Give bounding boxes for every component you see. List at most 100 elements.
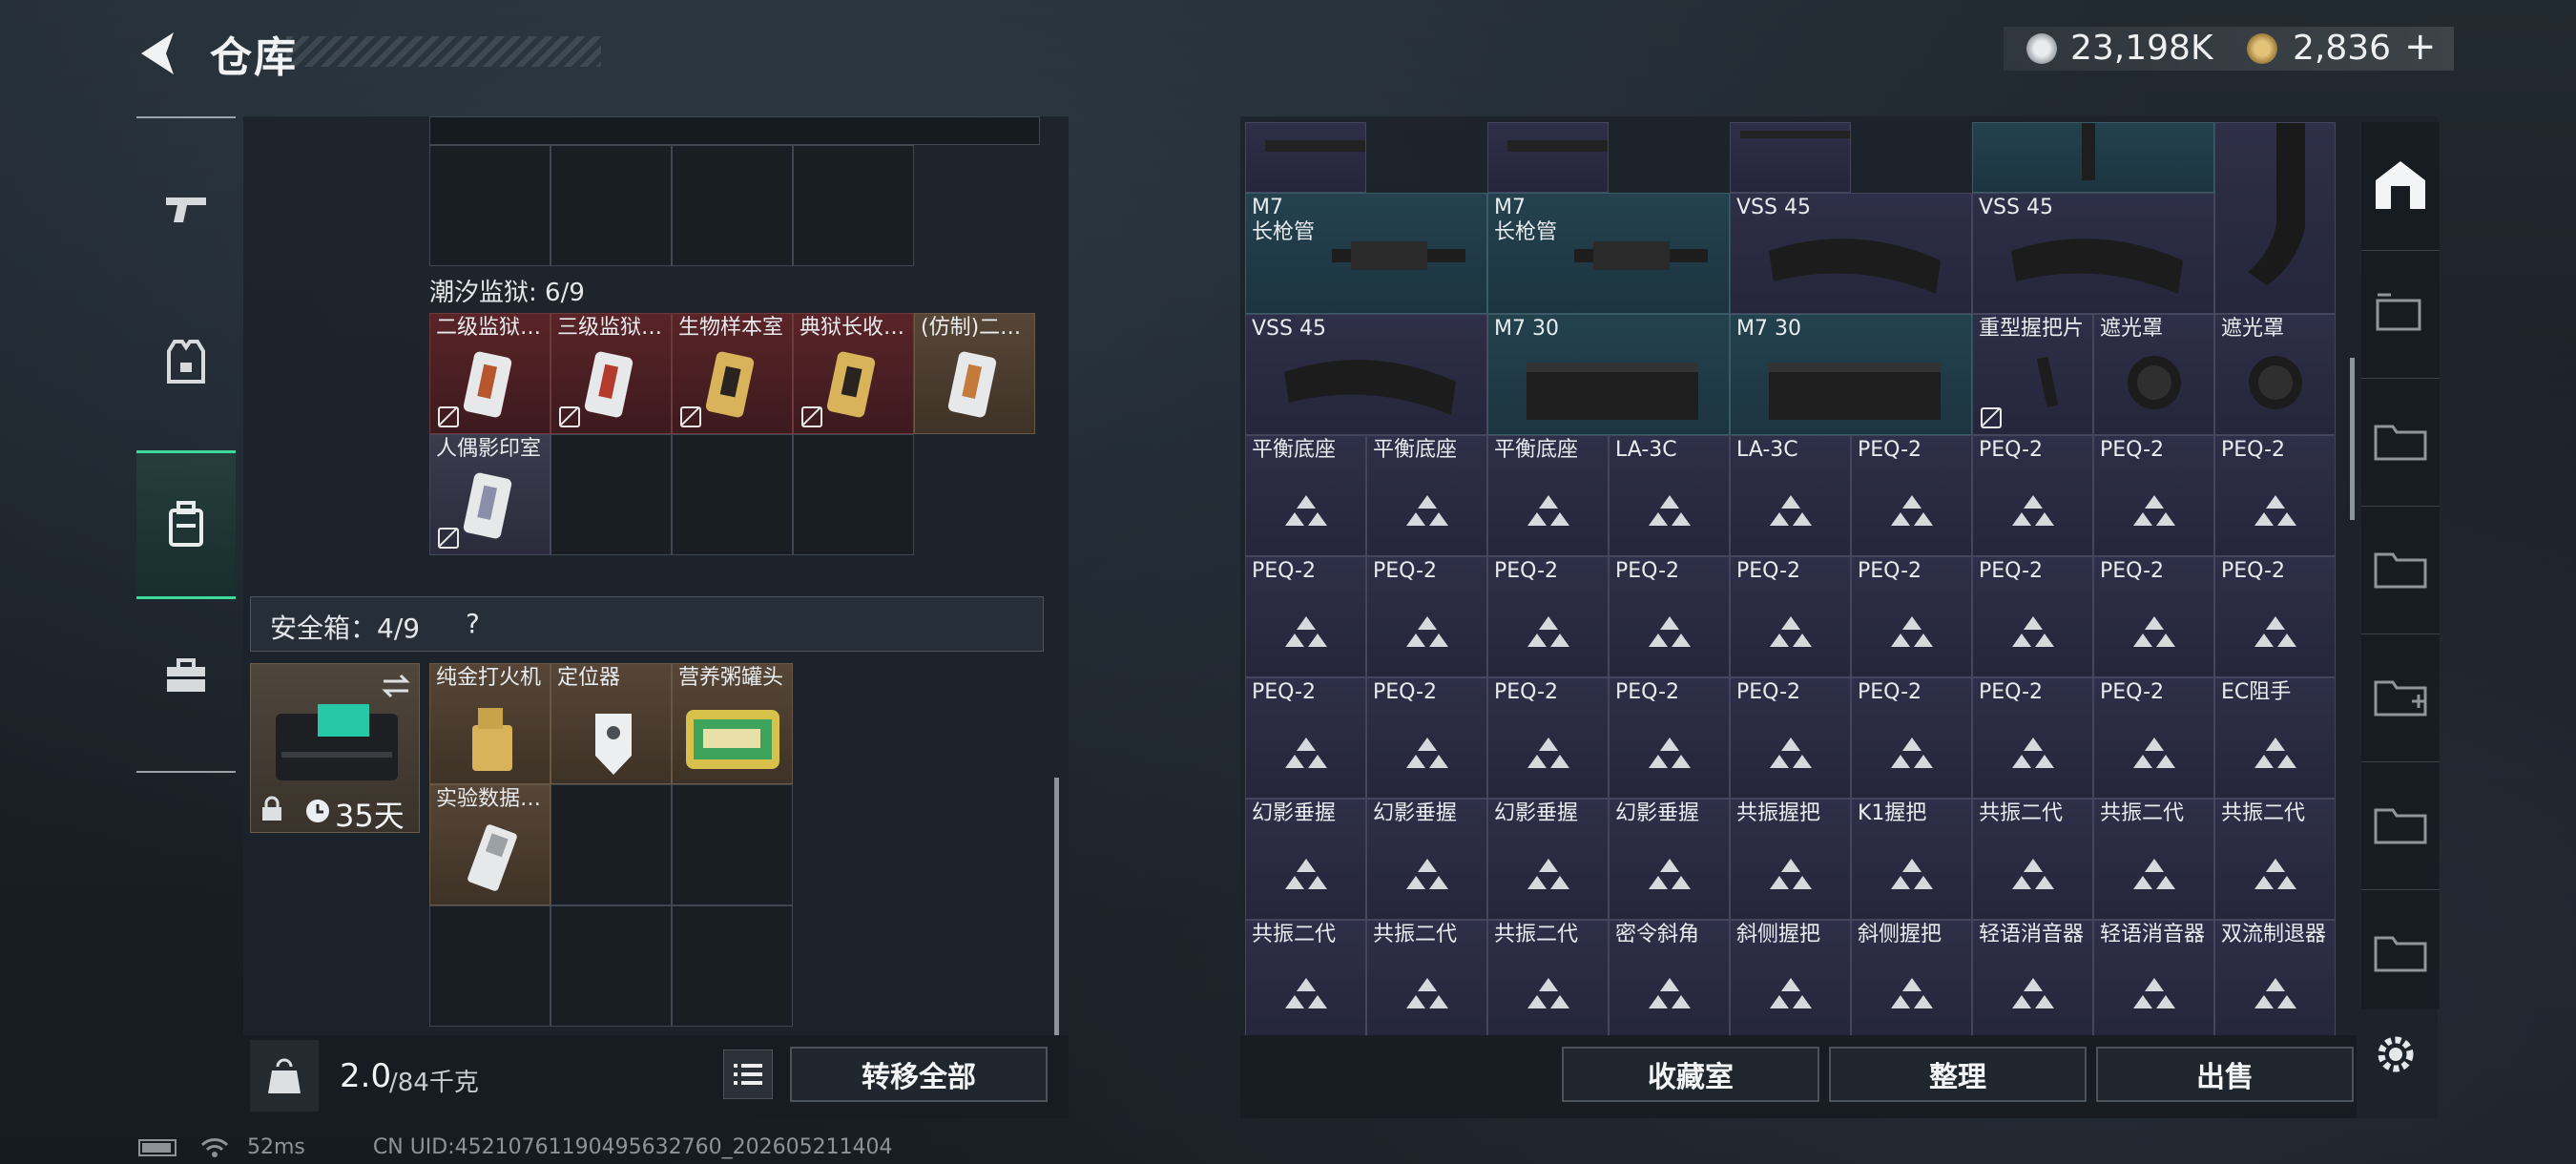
help-button[interactable]: ? bbox=[466, 608, 480, 639]
item-card[interactable]: 纯金打火机 bbox=[429, 663, 551, 784]
item-card[interactable] bbox=[1245, 122, 1366, 193]
item-card[interactable]: 平衡底座 bbox=[1366, 435, 1487, 556]
item-card[interactable]: LA-3C bbox=[1730, 435, 1851, 556]
item-card[interactable]: 平衡底座 bbox=[1245, 435, 1366, 556]
sell-button[interactable]: 出售 bbox=[2096, 1047, 2354, 1102]
item-card[interactable]: PEQ-2 bbox=[1851, 435, 1972, 556]
nav-toolbox[interactable] bbox=[136, 605, 236, 748]
left-scrollbar[interactable] bbox=[1054, 778, 1059, 1035]
nav-page-4[interactable] bbox=[2361, 378, 2440, 503]
item-card[interactable]: 共振二代 bbox=[2214, 799, 2336, 920]
item-card[interactable]: PEQ-2 bbox=[1972, 435, 2093, 556]
item-card[interactable]: M7 长枪管 bbox=[1487, 193, 1730, 314]
item-card[interactable]: M7 30 bbox=[1730, 314, 1972, 435]
item-card[interactable]: PEQ-2 bbox=[1487, 556, 1609, 677]
item-card[interactable]: 营养粥罐头 bbox=[672, 663, 793, 784]
item-card[interactable]: PEQ-2 bbox=[1487, 677, 1609, 799]
item-card[interactable]: M7 30 bbox=[1487, 314, 1730, 435]
empty-slot[interactable] bbox=[672, 905, 793, 1027]
item-card[interactable]: 人偶影印室 bbox=[429, 434, 551, 555]
empty-slot[interactable] bbox=[672, 784, 793, 905]
item-card[interactable]: PEQ-2 bbox=[2214, 556, 2336, 677]
item-card[interactable]: 幻影垂握 bbox=[1487, 799, 1609, 920]
nav-backpack[interactable] bbox=[136, 450, 236, 599]
item-card[interactable]: PEQ-2 bbox=[1851, 556, 1972, 677]
empty-slot[interactable] bbox=[551, 145, 672, 266]
item-card[interactable]: PEQ-2 bbox=[1972, 677, 2093, 799]
nav-page-4b[interactable] bbox=[2361, 506, 2440, 631]
item-card[interactable]: 共振二代 bbox=[1245, 920, 1366, 1038]
empty-slot[interactable] bbox=[672, 434, 793, 555]
item-card[interactable]: PEQ-2 bbox=[1366, 556, 1487, 677]
item-card[interactable]: (仿制)二… bbox=[914, 313, 1035, 434]
collection-room-button[interactable]: 收藏室 bbox=[1562, 1047, 1819, 1102]
transfer-all-button[interactable]: 转移全部 bbox=[790, 1047, 1048, 1102]
item-card[interactable]: 双流制退器 bbox=[2214, 920, 2336, 1038]
item-card[interactable]: 轻语消音器 bbox=[2093, 920, 2214, 1038]
nav-page-4d[interactable] bbox=[2361, 889, 2440, 1014]
item-card[interactable]: 共振二代 bbox=[1366, 920, 1487, 1038]
nav-add-page[interactable] bbox=[2361, 634, 2440, 759]
nav-warehouse-main[interactable] bbox=[2361, 122, 2440, 246]
empty-slot[interactable] bbox=[793, 145, 914, 266]
item-card[interactable]: PEQ-2 bbox=[2214, 435, 2336, 556]
item-card[interactable]: PEQ-2 bbox=[1972, 556, 2093, 677]
item-card[interactable]: 密令斜角 bbox=[1609, 920, 1730, 1038]
add-currency-button[interactable]: + bbox=[2404, 25, 2437, 69]
item-card[interactable]: 实验数据… bbox=[429, 784, 551, 905]
empty-slot[interactable] bbox=[551, 905, 672, 1027]
secure-box-slot[interactable]: 35天 bbox=[250, 663, 420, 834]
item-card[interactable]: PEQ-2 bbox=[1730, 677, 1851, 799]
item-card[interactable]: 斜侧握把 bbox=[1730, 920, 1851, 1038]
item-card[interactable] bbox=[1972, 122, 2214, 193]
item-card[interactable]: VSS 45 bbox=[1730, 193, 1972, 314]
item-card[interactable]: PEQ-2 bbox=[1245, 556, 1366, 677]
item-card[interactable]: VSS 45 bbox=[1245, 314, 1487, 435]
item-card[interactable]: PEQ-2 bbox=[2093, 677, 2214, 799]
item-card[interactable]: 重型握把片 bbox=[1972, 314, 2093, 435]
empty-slot[interactable] bbox=[429, 905, 551, 1027]
item-card[interactable]: PEQ-2 bbox=[1609, 556, 1730, 677]
item-card[interactable]: EC阻手 bbox=[2214, 677, 2336, 799]
nav-page-1[interactable] bbox=[2361, 250, 2440, 375]
back-arrow-icon[interactable] bbox=[134, 29, 181, 78]
item-card[interactable]: PEQ-2 bbox=[1730, 556, 1851, 677]
empty-slot[interactable] bbox=[551, 434, 672, 555]
sort-button[interactable]: 整理 bbox=[1829, 1047, 2087, 1102]
item-card[interactable]: 幻影垂握 bbox=[1609, 799, 1730, 920]
item-card[interactable]: PEQ-2 bbox=[1609, 677, 1730, 799]
item-card[interactable]: 生物样本室 bbox=[672, 313, 793, 434]
item-card[interactable] bbox=[1487, 122, 1609, 193]
empty-slot[interactable] bbox=[672, 145, 793, 266]
item-card[interactable]: M7 长枪管 bbox=[1245, 193, 1487, 314]
nav-weapons[interactable] bbox=[136, 137, 236, 281]
item-card[interactable]: 斜侧握把 bbox=[1851, 920, 1972, 1038]
item-card[interactable]: 共振二代 bbox=[1972, 799, 2093, 920]
item-card[interactable]: PEQ-2 bbox=[2093, 435, 2214, 556]
item-card[interactable]: 二级监狱… bbox=[429, 313, 551, 434]
item-card[interactable]: PEQ-2 bbox=[1245, 677, 1366, 799]
settings-gear-icon[interactable] bbox=[2372, 1030, 2420, 1078]
item-card[interactable]: 定位器 bbox=[551, 663, 672, 784]
item-card[interactable]: 遮光罩 bbox=[2093, 314, 2214, 435]
item-card[interactable]: 共振二代 bbox=[1487, 920, 1609, 1038]
item-card[interactable]: VSS 45 bbox=[1972, 193, 2214, 314]
item-card[interactable]: 典狱长收… bbox=[793, 313, 914, 434]
item-card[interactable]: PEQ-2 bbox=[1366, 677, 1487, 799]
item-card[interactable]: PEQ-2 bbox=[2093, 556, 2214, 677]
item-card[interactable]: 共振握把 bbox=[1730, 799, 1851, 920]
empty-slot[interactable] bbox=[793, 434, 914, 555]
item-card[interactable]: 轻语消音器 bbox=[1972, 920, 2093, 1038]
item-card[interactable]: 平衡底座 bbox=[1487, 435, 1609, 556]
item-card[interactable]: PEQ-2 bbox=[1851, 677, 1972, 799]
item-card[interactable]: LA-3C bbox=[1609, 435, 1730, 556]
item-card[interactable]: 共振二代 bbox=[2093, 799, 2214, 920]
list-view-button[interactable] bbox=[723, 1050, 773, 1099]
nav-page-4c[interactable] bbox=[2361, 761, 2440, 886]
item-card[interactable]: 幻影垂握 bbox=[1366, 799, 1487, 920]
empty-slot[interactable] bbox=[429, 145, 551, 266]
item-card[interactable]: 三级监狱… bbox=[551, 313, 672, 434]
item-card[interactable]: 遮光罩 bbox=[2214, 314, 2336, 435]
right-scrollbar[interactable] bbox=[2350, 358, 2355, 520]
item-card[interactable]: 幻影垂握 bbox=[1245, 799, 1366, 920]
